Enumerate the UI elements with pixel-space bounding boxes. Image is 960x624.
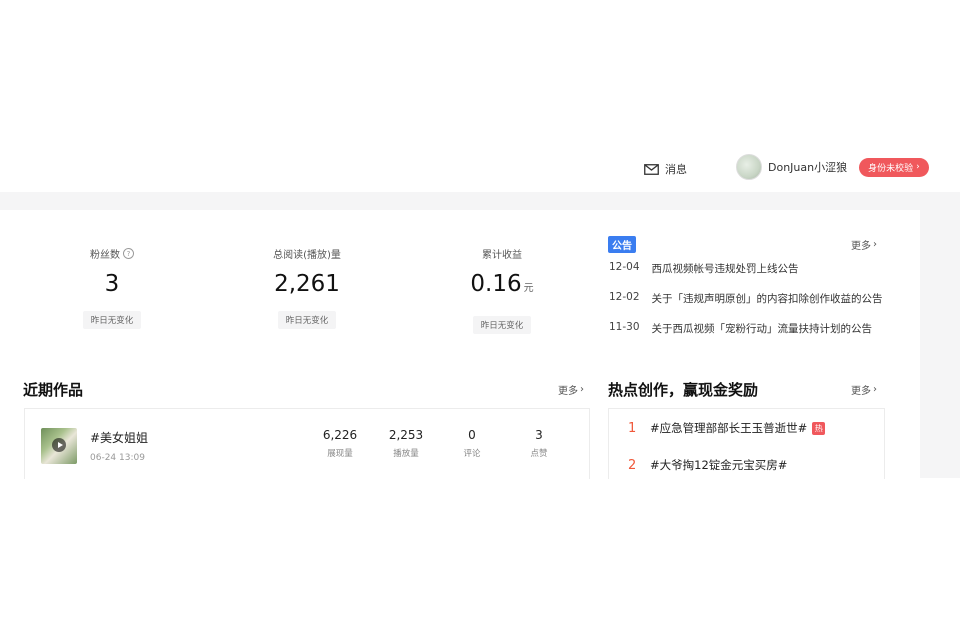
username[interactable]: DonJuan小涩狼 [768, 159, 847, 175]
stat-label: 累计收益 [482, 250, 522, 261]
more-label: 更多 [851, 241, 871, 252]
notice-tag: 公告 [608, 236, 636, 253]
chevron-right-icon: › [916, 162, 920, 172]
notice-title[interactable]: 关于「违规声明原创」的内容扣除创作收益的公告 [652, 291, 883, 306]
stat-value: 3 [104, 271, 120, 297]
verify-button-label: 身份未校验 [868, 163, 914, 174]
hot-topics-title: 热点创作，赢现金奖励 [608, 381, 759, 399]
identity-verify-button[interactable]: 身份未校验 › [859, 157, 929, 177]
stat-value: 0.16 [470, 271, 522, 297]
work-title[interactable]: #美女姐姐 [90, 429, 148, 446]
hot-topic-rank: 1 [628, 420, 637, 436]
chevron-right-icon: › [580, 384, 584, 395]
notice-item[interactable]: 11-30 关于西瓜视频「宠粉行动」流量扶持计划的公告 [609, 321, 872, 336]
recent-works-more-link[interactable]: 更多 › [558, 382, 584, 397]
metric-impressions: 6,226 展现量 [310, 428, 370, 459]
stat-label: 粉丝数 [90, 250, 120, 261]
metric-value: 3 [535, 428, 543, 442]
metric-label: 展现量 [327, 449, 353, 459]
more-label: 更多 [558, 386, 578, 397]
metric-likes: 3 点赞 [509, 428, 569, 459]
stat-value: 2,261 [274, 271, 340, 297]
metric-value: 0 [468, 428, 476, 442]
hot-topics-more-link[interactable]: 更多 › [851, 382, 877, 397]
stat-followers: 粉丝数 ? 3 昨日无变化 [22, 246, 202, 329]
stat-total-views: 总阅读(播放)量 2,261 昨日无变化 [217, 246, 397, 329]
notices-more-link[interactable]: 更多 › [851, 237, 877, 252]
hot-topic-item[interactable]: 1 #应急管理部部长王玉普逝世# 热 [628, 420, 826, 436]
notice-date: 12-02 [609, 291, 640, 303]
hot-topic-title[interactable]: #大爷掏12锭金元宝买房# [650, 457, 787, 473]
metric-value: 2,253 [388, 428, 424, 442]
stat-label: 总阅读(播放)量 [273, 250, 341, 261]
hot-topic-rank: 2 [628, 457, 637, 473]
notice-item[interactable]: 12-04 西瓜视频帐号违规处罚上线公告 [609, 261, 799, 276]
help-icon[interactable]: ? [123, 248, 134, 259]
hot-topic-item[interactable]: 2 #大爷掏12锭金元宝买房# [628, 457, 787, 473]
messages-link[interactable]: 消息 [644, 160, 687, 178]
notice-date: 12-04 [609, 261, 640, 273]
chevron-right-icon: › [873, 239, 877, 250]
stat-change: 昨日无变化 [472, 316, 532, 334]
metric-label: 评论 [463, 449, 481, 459]
chevron-right-icon: › [873, 384, 877, 395]
stat-unit: 元 [523, 283, 534, 294]
messages-label: 消息 [665, 163, 687, 176]
hot-topic-title[interactable]: #应急管理部部长王玉普逝世# [650, 420, 807, 436]
notice-title[interactable]: 关于西瓜视频「宠粉行动」流量扶持计划的公告 [652, 321, 873, 336]
metric-plays: 2,253 播放量 [376, 428, 436, 459]
metric-label: 点赞 [530, 449, 548, 459]
metric-value: 6,226 [322, 428, 358, 442]
user-menu[interactable]: DonJuan小涩狼 身份未校验 › [736, 154, 929, 180]
metric-label: 播放量 [393, 449, 419, 459]
stat-change: 昨日无变化 [277, 311, 337, 329]
stat-total-earnings: 累计收益 0.16 元 昨日无变化 [412, 246, 592, 334]
recent-works-title: 近期作品 [23, 381, 84, 399]
play-icon[interactable] [52, 438, 66, 452]
notice-item[interactable]: 12-02 关于「违规声明原创」的内容扣除创作收益的公告 [609, 291, 883, 306]
notice-title[interactable]: 西瓜视频帐号违规处罚上线公告 [652, 261, 799, 276]
stat-change: 昨日无变化 [82, 311, 142, 329]
hot-badge: 热 [812, 421, 826, 435]
work-time: 06-24 13:09 [90, 453, 145, 463]
notice-date: 11-30 [609, 321, 640, 333]
mail-icon [644, 163, 659, 175]
metric-comments: 0 评论 [442, 428, 502, 459]
more-label: 更多 [851, 386, 871, 397]
avatar[interactable] [736, 154, 762, 180]
